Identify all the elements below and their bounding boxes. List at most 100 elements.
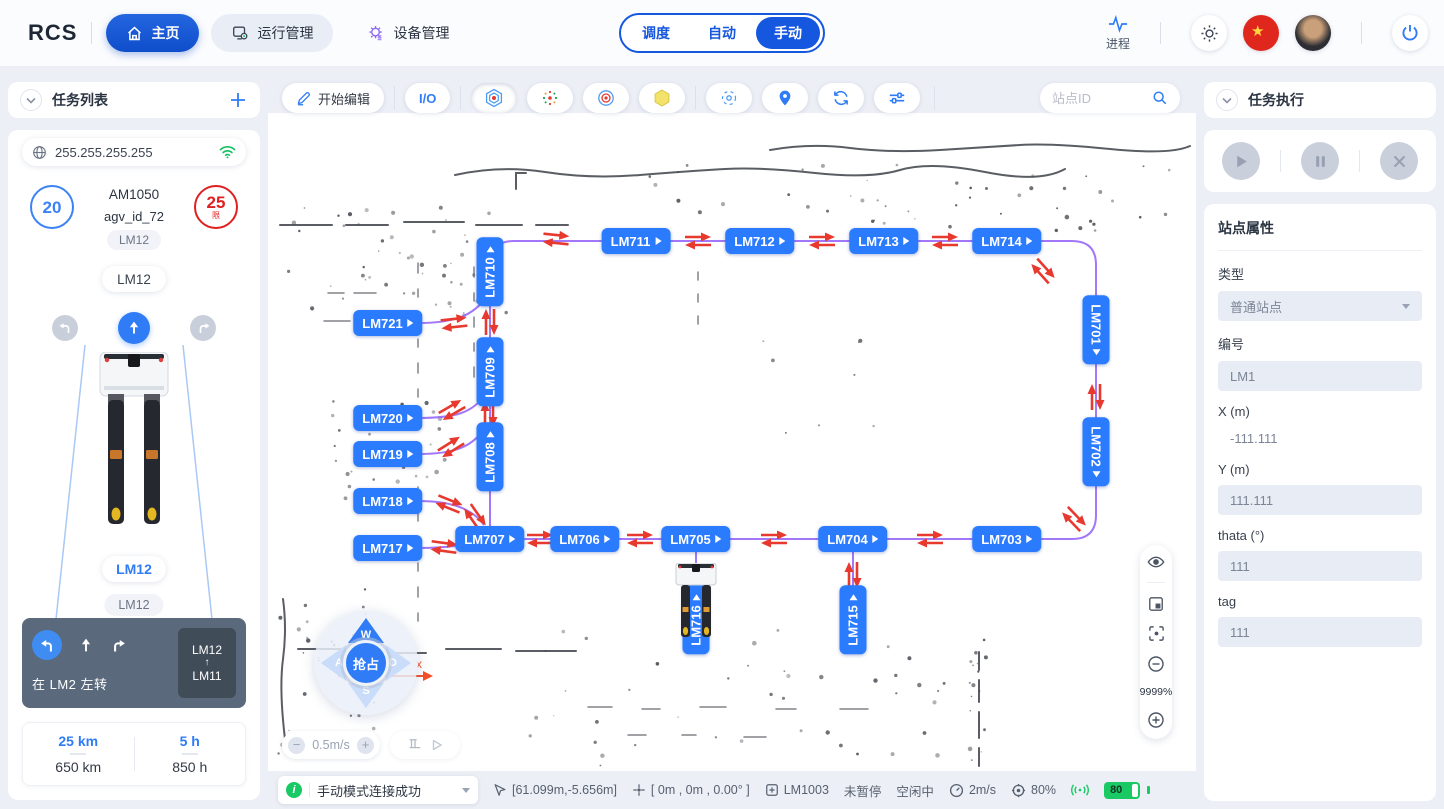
fork-icon [408,738,422,752]
agv-station-pill: LM12 [102,266,166,292]
turn-right-icon [110,637,127,654]
station-LM711[interactable]: LM711 [602,228,671,254]
add-task-button[interactable] [228,90,248,110]
direction-arrows [540,227,572,250]
collapse-task-list-button[interactable] [20,89,42,111]
mode-tab-1[interactable]: 自动 [690,17,754,49]
station-LM709[interactable]: LM709 [477,337,504,406]
agv-ip-field[interactable]: 255.255.255.255 [22,138,246,166]
field-input-theta[interactable] [1230,559,1410,574]
start-edit-button[interactable]: 开始编辑 [282,83,384,113]
field-label-code: 编号 [1218,334,1422,353]
field-select-type[interactable]: 普通站点 [1218,291,1422,321]
station-LM703[interactable]: LM703 [972,526,1041,552]
speed-increase-button[interactable]: + [357,737,374,754]
station-LM718[interactable]: LM718 [353,488,422,514]
station-direction-icon [904,237,910,245]
zoom-in-button[interactable] [1147,711,1165,729]
station-LM704[interactable]: LM704 [818,526,887,552]
power-button[interactable] [1392,15,1428,51]
straight-icon [78,637,94,653]
search-icon[interactable] [1152,90,1168,106]
visibility-button[interactable] [1147,555,1165,569]
nav-item-operation[interactable]: 运行管理 [211,14,333,52]
station-direction-icon [408,544,414,552]
field-code: 编号 [1218,334,1422,391]
direction-arrows [930,231,960,251]
nav-item-device[interactable]: 设备管理 [347,14,469,52]
pause-task-button[interactable] [1301,142,1339,180]
relocate-button[interactable] [706,83,752,113]
fork-control[interactable] [390,731,460,759]
speed-decrease-button[interactable]: − [288,737,305,754]
go-forward-button[interactable] [118,312,150,344]
station-LM707[interactable]: LM707 [455,526,524,552]
station-LM715[interactable]: LM715 [840,585,867,654]
next-station-pill: LM12 [104,594,163,616]
layer-area-button[interactable] [639,83,685,113]
agv-model: AM1050 [8,187,260,202]
field-input-y[interactable] [1230,493,1410,508]
nav-item-home[interactable]: 主页 [106,14,199,52]
task-exec-controls [1204,130,1436,192]
process-button[interactable]: 进程 [1106,14,1130,52]
mode-tab-0[interactable]: 调度 [624,17,688,49]
station-LM702[interactable]: LM702 [1083,417,1110,486]
station-LM712[interactable]: LM712 [725,228,794,254]
joystick-right-button[interactable]: D [386,645,411,681]
station-LM721[interactable]: LM721 [353,310,422,336]
map-canvas[interactable]: LM711 LM712 LM713 LM714 LM721 LM720 LM719 LM718… [268,67,1196,809]
sun-icon [1200,24,1219,43]
station-LM705[interactable]: LM705 [661,526,730,552]
yellow-hexagon-icon [652,88,672,108]
status-message-dropdown[interactable]: i 手动模式连接成功 [278,776,478,804]
field-input-code[interactable] [1230,369,1410,384]
zoom-out-button[interactable] [1147,655,1165,673]
joystick-down-button[interactable]: S [348,683,384,708]
hexagon-node-icon [484,88,504,108]
layer-points-button[interactable] [527,83,573,113]
confidence-readout: 80% [1011,783,1056,798]
layer-target-button[interactable] [583,83,629,113]
rotate-left-button[interactable] [52,315,78,341]
station-direction-icon [1092,350,1100,356]
station-LM720[interactable]: LM720 [353,405,422,431]
current-station-pill: LM12 [102,556,166,582]
refresh-button[interactable] [818,83,864,113]
sliders-icon [888,90,906,106]
top-navbar: RCS 主页 运行管理 设备管理 调度自动手动 进程 ★ [0,0,1444,67]
pause-state: 未暂停 [844,781,882,800]
collapse-task-exec-button[interactable] [1216,89,1238,111]
play-task-button[interactable] [1222,142,1260,180]
station-LM719[interactable]: LM719 [353,441,422,467]
station-LM714[interactable]: LM714 [972,228,1041,254]
map-agv-robot[interactable] [674,563,718,643]
right-sidebar: 任务执行 站点属性 类型普通站点编号X (m)-111.111Y (m)that… [1196,67,1444,809]
minimap-button[interactable] [1148,596,1164,612]
center-focus-button[interactable] [1148,625,1165,642]
cancel-task-button[interactable] [1380,142,1418,180]
fork-play-icon [432,740,442,750]
station-LM713[interactable]: LM713 [849,228,918,254]
filter-settings-button[interactable] [874,83,920,113]
mode-tab-2[interactable]: 手动 [756,17,820,49]
rotate-right-button[interactable] [190,315,216,341]
navigation-hint-panel: 在 LM2 左转 LM12 ↑ LM11 [22,618,246,708]
locate-button[interactable] [762,83,808,113]
station-LM706[interactable]: LM706 [550,526,619,552]
user-avatar[interactable] [1295,15,1331,51]
theme-toggle-button[interactable] [1191,15,1227,51]
field-input-tag[interactable] [1230,625,1410,640]
zoom-percent: 9999% [1140,686,1173,698]
layer-stations-button[interactable] [471,83,517,113]
station-LM701[interactable]: LM701 [1083,295,1110,364]
station-LM710[interactable]: LM710 [477,237,504,306]
language-flag-button[interactable]: ★ [1243,15,1279,51]
station-search-input[interactable] [1052,91,1146,106]
io-button[interactable]: I/O [405,83,450,113]
seize-control-button[interactable]: 抢占 [343,640,389,686]
station-LM708[interactable]: LM708 [477,422,504,491]
field-label-tag: tag [1218,594,1422,609]
station-LM717[interactable]: LM717 [353,535,422,561]
home-icon [126,25,143,42]
